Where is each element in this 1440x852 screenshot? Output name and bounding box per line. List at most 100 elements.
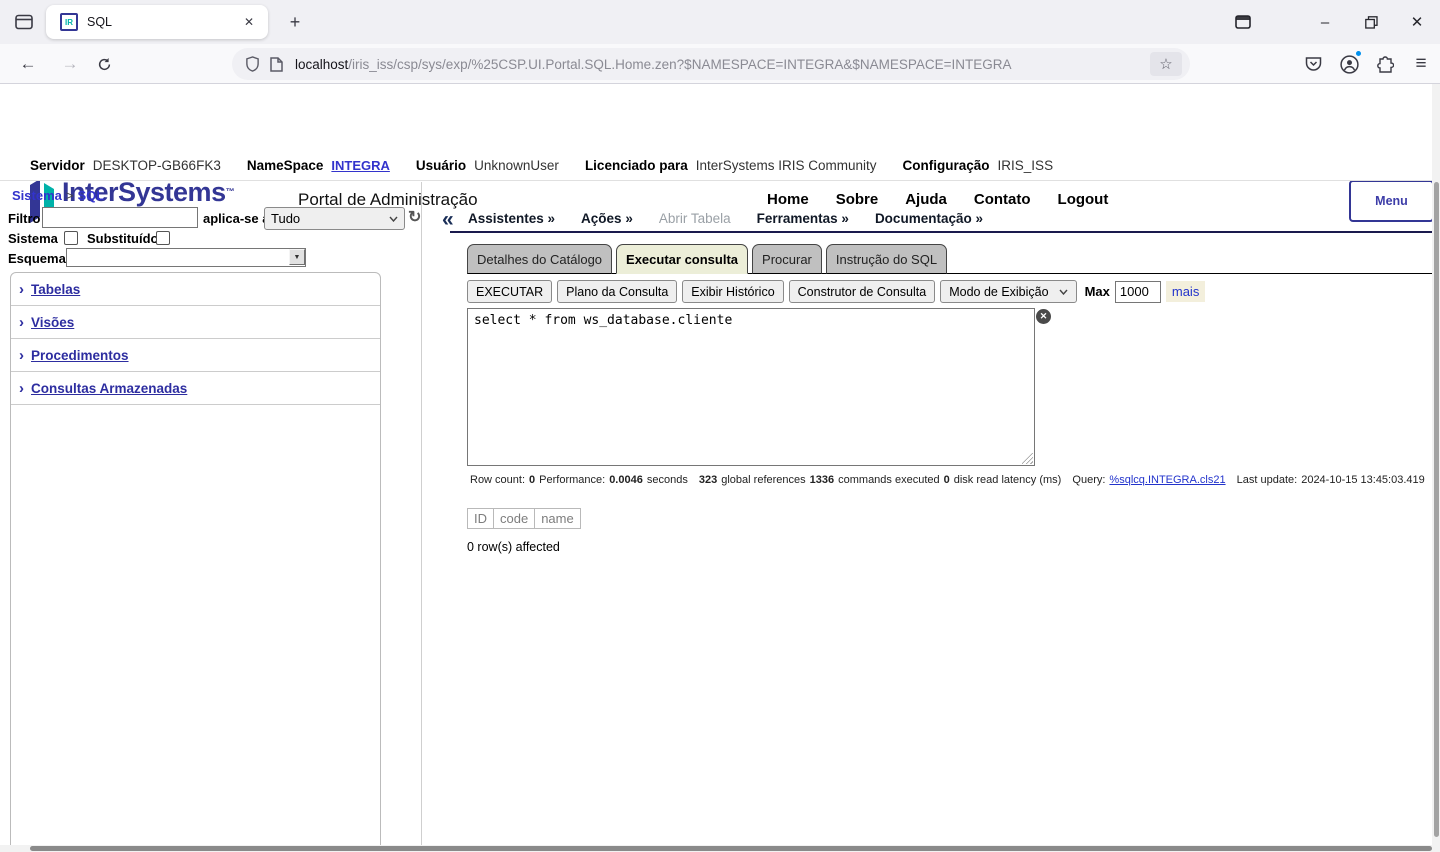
- nav-ajuda[interactable]: Ajuda: [905, 191, 947, 208]
- result-table: ID code name: [467, 508, 581, 529]
- pocket-icon[interactable]: [1298, 50, 1328, 78]
- tab-executar-consulta[interactable]: Executar consulta: [616, 244, 748, 274]
- menu-button[interactable]: Menu: [1349, 180, 1434, 222]
- servidor-value: DESKTOP-GB66FK3: [93, 158, 221, 173]
- sistema-checkbox-label: Sistema: [8, 231, 58, 246]
- vertical-scrollbar-thumb[interactable]: [1434, 182, 1439, 837]
- tab-preview-icon[interactable]: [1226, 7, 1260, 37]
- exibir-historico-button[interactable]: Exibir Histórico: [682, 280, 783, 303]
- rows-affected-text: 0 row(s) affected: [467, 540, 560, 554]
- close-window-icon[interactable]: ✕: [1400, 7, 1434, 37]
- url-bar[interactable]: localhost/iris_iss/csp/sys/exp/%25CSP.UI…: [232, 48, 1190, 80]
- esquema-combo-dropdown-icon[interactable]: ▼: [289, 249, 305, 265]
- namespace-label: NameSpace: [247, 158, 324, 173]
- licenciado-label: Licenciado para: [585, 158, 688, 173]
- logo-tm: ™: [226, 187, 235, 197]
- aplica-se-value: Tudo: [271, 211, 300, 226]
- back-icon[interactable]: ←: [12, 48, 44, 80]
- panel-divider[interactable]: [421, 182, 422, 852]
- tree-item-visoes[interactable]: › Visões: [11, 306, 380, 339]
- firefox-view-icon[interactable]: [8, 9, 40, 35]
- mais-link[interactable]: mais: [1166, 281, 1205, 302]
- usuario-value: UnknownUser: [474, 158, 559, 173]
- forward-icon[interactable]: →: [54, 48, 86, 80]
- namespace-link[interactable]: INTEGRA: [331, 158, 390, 173]
- screen: IR SQL ✕ + – ✕ ← → localhost/iris_iss/cs…: [0, 0, 1440, 852]
- tab-detalhes-do-catalogo[interactable]: Detalhes do Catálogo: [467, 244, 612, 274]
- textarea-resize-handle[interactable]: [1022, 453, 1033, 464]
- modo-de-exibicao-select[interactable]: Modo de Exibição: [940, 280, 1076, 303]
- filtro-label: Filtro: [8, 211, 41, 226]
- browser-tab-strip: IR SQL ✕ + – ✕: [0, 0, 1440, 44]
- max-label: Max: [1085, 284, 1110, 299]
- breadcrumb: Sistema>SQL: [12, 188, 104, 203]
- toolbar-acoes[interactable]: Ações »: [581, 211, 633, 226]
- aplica-se-select[interactable]: Tudo: [264, 207, 405, 230]
- licenciado-value: InterSystems IRIS Community: [696, 158, 877, 173]
- server-info-bar: Servidor DESKTOP-GB66FK3 NameSpace INTEGRA…: [0, 150, 1440, 181]
- configuracao-value: IRIS_ISS: [998, 158, 1054, 173]
- iris-favicon-icon: IR: [60, 13, 78, 31]
- tree-item-tabelas[interactable]: › Tabelas: [11, 273, 380, 306]
- clear-query-icon[interactable]: ✕: [1036, 309, 1051, 324]
- max-input[interactable]: [1115, 281, 1161, 303]
- tab-instrucao-do-sql[interactable]: Instrução do SQL: [826, 244, 947, 274]
- account-notification-dot: [1355, 50, 1362, 57]
- minimize-icon[interactable]: –: [1308, 7, 1342, 37]
- toolbar-underline: [450, 231, 1432, 233]
- nav-logout[interactable]: Logout: [1058, 191, 1109, 208]
- query-actions: EXECUTAR Plano da Consulta Exibir Histór…: [467, 280, 1205, 303]
- breadcrumb-sistema[interactable]: Sistema: [12, 188, 62, 203]
- aplica-se-label: aplica-se a: [203, 211, 270, 226]
- collapse-panel-icon[interactable]: «: [442, 208, 454, 232]
- usuario-label: Usuário: [416, 158, 466, 173]
- substituido-checkbox[interactable]: [156, 231, 170, 245]
- chevron-right-icon: ›: [19, 380, 24, 397]
- nav-home[interactable]: Home: [767, 191, 809, 208]
- tree-item-procedimentos[interactable]: › Procedimentos: [11, 339, 380, 372]
- construtor-de-consulta-button[interactable]: Construtor de Consulta: [789, 280, 936, 303]
- filtro-input[interactable]: [42, 207, 198, 228]
- toolbar-abrir-tabela: Abrir Tabela: [659, 211, 731, 226]
- col-code: code: [494, 509, 535, 529]
- reload-icon[interactable]: [88, 48, 120, 80]
- toolbar-ferramentas[interactable]: Ferramentas »: [757, 211, 849, 226]
- tab-close-icon[interactable]: ✕: [238, 11, 260, 33]
- tab-procurar[interactable]: Procurar: [752, 244, 822, 274]
- menu-hamburger-icon[interactable]: ≡: [1406, 50, 1436, 78]
- query-textarea[interactable]: select * from ws_database.cliente: [467, 308, 1035, 466]
- nav-sobre[interactable]: Sobre: [836, 191, 879, 208]
- tree-item-consultas-armazenadas[interactable]: › Consultas Armazenadas: [11, 372, 380, 405]
- refresh-icon[interactable]: ↻: [408, 207, 421, 227]
- chevron-down-icon: [389, 216, 398, 222]
- account-icon[interactable]: [1334, 50, 1364, 78]
- extensions-puzzle-icon[interactable]: [1370, 50, 1400, 78]
- page-info-icon[interactable]: [270, 57, 283, 72]
- breadcrumb-sql: SQL: [77, 188, 104, 203]
- sql-toolbar: Assistentes » Ações » Abrir Tabela Ferra…: [468, 211, 983, 226]
- horizontal-scrollbar[interactable]: [0, 845, 1440, 852]
- sistema-checkbox[interactable]: [64, 231, 78, 245]
- nav-contato[interactable]: Contato: [974, 191, 1031, 208]
- tab-title: SQL: [87, 15, 238, 29]
- esquema-combo-input[interactable]: [66, 248, 306, 267]
- horizontal-scrollbar-thumb[interactable]: [30, 846, 1432, 851]
- toolbar-assistentes[interactable]: Assistentes »: [468, 211, 555, 226]
- toolbar-documentacao[interactable]: Documentação »: [875, 211, 983, 226]
- query-class-link[interactable]: %sqlcq.INTEGRA.cls21: [1109, 474, 1225, 486]
- bookmark-star-icon[interactable]: ☆: [1150, 52, 1182, 76]
- plano-da-consulta-button[interactable]: Plano da Consulta: [557, 280, 677, 303]
- col-id: ID: [468, 509, 494, 529]
- executar-button[interactable]: EXECUTAR: [467, 280, 552, 303]
- catalog-tree: › Tabelas › Visões › Procedimentos › Con…: [10, 272, 381, 852]
- portal-header: InterSystems™ IRIS Data Platform Portal …: [0, 84, 1440, 150]
- new-tab-button[interactable]: +: [281, 9, 309, 35]
- substituido-checkbox-label: Substituído: [87, 231, 159, 246]
- servidor-label: Servidor: [30, 158, 85, 173]
- restore-window-icon[interactable]: [1354, 7, 1388, 37]
- vertical-scrollbar[interactable]: [1432, 84, 1440, 845]
- chevron-right-icon: ›: [19, 347, 24, 364]
- shield-icon[interactable]: [245, 56, 260, 72]
- browser-tab[interactable]: IR SQL ✕: [46, 5, 268, 39]
- chevron-down-icon: [1059, 289, 1068, 295]
